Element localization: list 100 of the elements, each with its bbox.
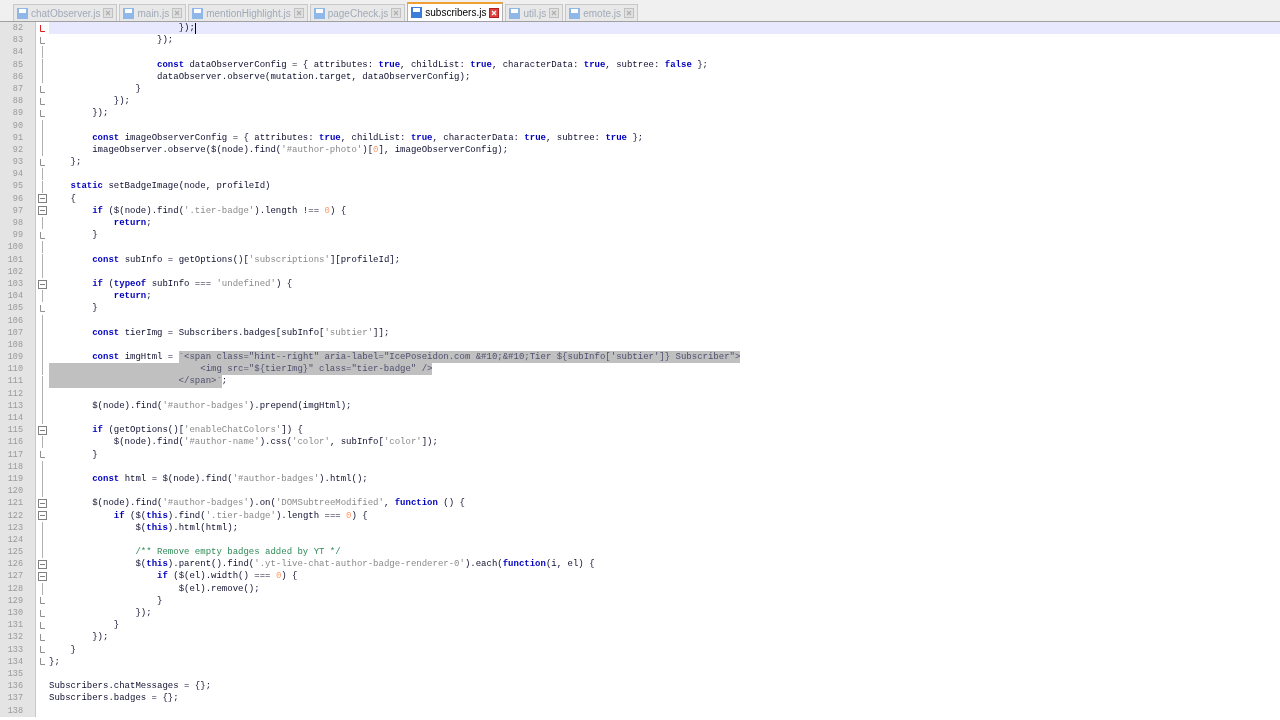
selected-code: </span>` — [49, 375, 222, 388]
code-token: $( — [135, 558, 147, 571]
line-number: 94 — [0, 168, 36, 181]
code-token: 0 — [324, 204, 330, 217]
code-token: true — [605, 131, 627, 144]
code-token: } — [135, 82, 141, 96]
fold-toggle-icon[interactable] — [38, 559, 47, 569]
code-token: (i, el) { — [545, 558, 595, 571]
fold-toggle-icon[interactable] — [38, 425, 47, 435]
code-token: }); — [92, 631, 109, 644]
code-token: , subtree: — [605, 58, 661, 71]
code-token: }; — [631, 131, 644, 144]
code-token: ) { — [329, 204, 347, 217]
code-token: }); — [135, 607, 152, 620]
code-token: , subtree: — [545, 131, 601, 144]
line-number: 125 — [0, 546, 36, 559]
code-token: 0 — [346, 509, 352, 522]
code-token: ).parent().find( — [167, 558, 255, 571]
code-token: $( — [135, 521, 147, 534]
line-number: 100 — [0, 241, 36, 254]
code-token: { — [70, 192, 76, 205]
code-token: function — [502, 558, 546, 571]
file-tab[interactable]: mentionHighlight.js — [188, 4, 308, 21]
code-token: 'enableChatColors' — [184, 424, 282, 437]
code-token: function — [394, 497, 438, 510]
code-token: 0 — [275, 570, 282, 583]
code-token: false — [664, 58, 692, 71]
code-token: )[ — [362, 143, 374, 157]
code-token: }; — [696, 58, 708, 71]
code-token: if — [92, 277, 104, 291]
code-token: static — [70, 180, 103, 193]
code-token: true — [319, 131, 341, 144]
code-token: true — [470, 58, 492, 71]
file-icon — [569, 7, 581, 19]
tab-label: chatObserver.js — [31, 6, 101, 21]
file-icon — [17, 7, 28, 19]
tab-label: util.js — [523, 6, 547, 21]
code-token: true — [410, 131, 433, 144]
close-icon[interactable] — [489, 7, 500, 18]
code-token: }); — [113, 95, 130, 108]
code-token: dataObserver.observe(mutation.target, dataObserverConfig); — [157, 70, 471, 83]
code-token: return — [113, 290, 147, 303]
file-tab[interactable]: subscribers.js — [407, 2, 504, 21]
code-token: /** Remove empty badges added by YT */ — [135, 546, 341, 559]
code-token: 0 — [373, 143, 379, 157]
file-tab[interactable]: pageCheck.js — [309, 4, 406, 21]
file-tab[interactable]: main.js — [119, 4, 187, 21]
code-token: } — [113, 619, 120, 632]
code-token: dataObserverConfig = { attributes: — [188, 58, 375, 71]
fold-toggle-icon[interactable] — [38, 194, 47, 204]
code-token: ]) { — [281, 424, 303, 437]
code-token: '#author-photo' — [281, 143, 363, 157]
code-token: }; — [70, 156, 82, 169]
fold-toggle-icon[interactable] — [38, 206, 47, 216]
fold-toggle-icon[interactable] — [38, 511, 47, 521]
line-number: 111 — [0, 375, 36, 388]
code-token: ).prepend(imgHtml); — [248, 399, 352, 412]
code-token: ]]; — [373, 326, 390, 339]
code-token: , — [383, 497, 391, 510]
code-token: ($(node).find( — [107, 204, 185, 217]
code-token: '.tier-badge' — [184, 204, 255, 217]
tab-label: pageCheck.js — [327, 6, 389, 21]
fold-toggle-icon[interactable] — [38, 279, 47, 289]
code-token: if — [157, 570, 168, 583]
file-tab[interactable]: emote.js — [565, 4, 638, 21]
file-icon — [411, 7, 423, 18]
code-token: ).on( — [248, 497, 276, 510]
file-tab[interactable]: util.js — [505, 4, 564, 21]
line-number: 98 — [0, 217, 36, 230]
code-token: , characterData: — [491, 58, 580, 71]
code-token: 'color' — [383, 436, 422, 449]
code-token: ).length === — [275, 509, 342, 522]
line-number: 105 — [0, 302, 36, 315]
line-number: 109 — [0, 351, 36, 364]
code-token: , childList: — [340, 131, 407, 144]
code-token: '#author-badges' — [232, 472, 320, 486]
line-number: 95 — [0, 180, 36, 193]
code-token: () { — [442, 497, 465, 510]
code-token: typeof — [113, 277, 147, 291]
fold-toggle-icon[interactable] — [38, 498, 47, 508]
code-token: this — [146, 509, 168, 522]
code-token: '#author-badges' — [162, 497, 249, 510]
code-token: imageObserver.observe($(node).find( — [92, 143, 282, 157]
line-number: 93 — [0, 156, 36, 169]
code-token: const — [92, 351, 120, 364]
selected-code: <img src="${tierImg}" class="tier-badge" /> — [49, 363, 433, 376]
line-number: 82 — [0, 22, 36, 35]
code-token: const — [157, 58, 185, 71]
line-number: 120 — [0, 485, 36, 498]
line-number: 89 — [0, 107, 36, 120]
code-token: ; — [146, 217, 152, 230]
file-tab[interactable]: chatObserver.js — [13, 4, 118, 21]
tab-label: mentionHighlight.js — [206, 6, 291, 21]
code-token: } — [157, 594, 163, 607]
code-token: 'subscriptions' — [248, 253, 330, 266]
code-token: (getOptions()[ — [107, 424, 185, 437]
fold-toggle-icon[interactable] — [38, 572, 47, 582]
line-number: 132 — [0, 631, 36, 644]
line-number: 115 — [0, 424, 36, 437]
code-token: ; — [221, 375, 228, 388]
